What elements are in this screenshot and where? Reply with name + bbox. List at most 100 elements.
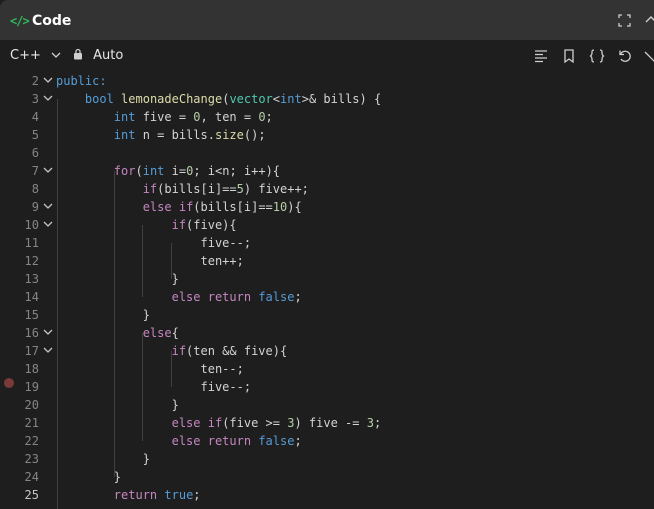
- code-text: for(int i=0; i<n; i++){: [56, 162, 280, 180]
- code-token: ;: [294, 290, 302, 304]
- code-token: if: [207, 416, 223, 430]
- reset-icon[interactable]: [617, 48, 633, 64]
- bookmark-icon[interactable]: [561, 48, 577, 64]
- code-token: int: [113, 128, 136, 142]
- code-line[interactable]: 11 five--;: [0, 234, 654, 252]
- fold-chevron-icon[interactable]: [43, 203, 53, 210]
- code-text: ten++;: [56, 252, 243, 270]
- code-token: (bills[i]==: [193, 200, 273, 214]
- code-line[interactable]: 18 ten--;: [0, 360, 654, 378]
- expand-icon[interactable]: [618, 14, 631, 27]
- code-token: ) five -=: [294, 416, 367, 430]
- more-icon[interactable]: [643, 48, 654, 64]
- code-text: five--;: [56, 378, 251, 396]
- fold-chevron-icon[interactable]: [43, 95, 53, 102]
- code-token: , ten =: [200, 110, 259, 124]
- code-line[interactable]: 2 public:: [0, 72, 654, 90]
- code-line[interactable]: 8 if(bills[i]==5) five++;: [0, 180, 654, 198]
- code-line[interactable]: 25 return true;: [0, 486, 654, 504]
- code-line[interactable]: 17 if(ten && five){: [0, 342, 654, 360]
- code-line[interactable]: 13 }: [0, 270, 654, 288]
- code-token: }: [56, 308, 150, 322]
- code-token: false: [258, 434, 295, 448]
- code-text: }: [56, 450, 150, 468]
- code-line[interactable]: 6: [0, 144, 654, 162]
- code-text: else{: [56, 324, 179, 342]
- code-token: (five){: [186, 218, 237, 232]
- fold-chevron-icon[interactable]: [43, 77, 53, 84]
- line-number: 23: [24, 452, 39, 466]
- code-token: 0: [193, 110, 201, 124]
- line-number: 10: [24, 218, 39, 232]
- code-token: return: [207, 434, 252, 448]
- code-line[interactable]: 14 else return false;: [0, 288, 654, 306]
- line-number: 11: [24, 236, 39, 250]
- code-token: ;: [294, 434, 302, 448]
- code-token: }: [56, 470, 122, 484]
- line-number: 16: [24, 326, 39, 340]
- fold-chevron-icon[interactable]: [43, 347, 53, 354]
- braces-icon[interactable]: [589, 48, 605, 64]
- code-token: true: [164, 488, 194, 502]
- code-text: }: [56, 270, 179, 288]
- code-token: return: [113, 488, 158, 502]
- code-token: lemonadeChange: [121, 92, 223, 106]
- line-number: 13: [24, 272, 39, 286]
- code-text: int n = bills.size();: [56, 126, 266, 144]
- code-line[interactable]: 19 five--;: [0, 378, 654, 396]
- code-line[interactable]: 7 for(int i=0; i<n; i++){: [0, 162, 654, 180]
- code-line[interactable]: 21 else if(five >= 3) five -= 3;: [0, 414, 654, 432]
- code-token: else: [142, 200, 172, 214]
- fold-chevron-icon[interactable]: [43, 329, 53, 336]
- code-panel: </> Code C++ Auto 2 public: 3 bool lemon…: [0, 0, 654, 509]
- code-token: ();: [243, 128, 266, 142]
- code-token: if: [171, 344, 187, 358]
- code-token: }: [56, 452, 150, 466]
- code-token: false: [258, 290, 295, 304]
- code-token: 5: [236, 182, 244, 196]
- code-text: public:: [56, 72, 107, 90]
- code-line[interactable]: 5 int n = bills.size();: [0, 126, 654, 144]
- format-icon[interactable]: [533, 48, 549, 64]
- code-line[interactable]: 12 ten++;: [0, 252, 654, 270]
- panel-title: Code: [32, 13, 72, 29]
- fold-chevron-icon[interactable]: [43, 221, 53, 228]
- code-text: return true;: [56, 486, 201, 504]
- code-token: ) {: [359, 92, 382, 106]
- code-token: public:: [56, 74, 107, 88]
- code-icon: </>: [10, 14, 30, 28]
- code-token: int: [113, 110, 136, 124]
- language-label: C++: [10, 48, 41, 63]
- code-line[interactable]: 3 bool lemonadeChange(vector<int>& bills…: [0, 90, 654, 108]
- code-token: ) five++;: [243, 182, 309, 196]
- code-editor[interactable]: 2 public: 3 bool lemonadeChange(vector<int…: [0, 72, 654, 509]
- code-text: }: [56, 306, 150, 324]
- code-line[interactable]: 15 }: [0, 306, 654, 324]
- code-line[interactable]: 10 if(five){: [0, 216, 654, 234]
- code-line[interactable]: 20 }: [0, 396, 654, 414]
- chevron-up-icon[interactable]: [645, 14, 654, 26]
- code-line[interactable]: 22 else return false;: [0, 432, 654, 450]
- code-line[interactable]: 9 else if(bills[i]==10){: [0, 198, 654, 216]
- code-line[interactable]: 24 }: [0, 468, 654, 486]
- code-token: five--;: [56, 380, 252, 394]
- code-line[interactable]: 23 }: [0, 450, 654, 468]
- code-token: else: [171, 290, 201, 304]
- fold-chevron-icon[interactable]: [43, 167, 53, 174]
- code-text: }: [56, 468, 121, 486]
- code-line[interactable]: 16 else{: [0, 324, 654, 342]
- language-select[interactable]: C++: [10, 48, 61, 64]
- auto-mode-indicator[interactable]: Auto: [72, 48, 123, 64]
- code-token: int: [142, 164, 165, 178]
- code-line[interactable]: 4 int five = 0, ten = 0;: [0, 108, 654, 126]
- code-token: for: [113, 164, 136, 178]
